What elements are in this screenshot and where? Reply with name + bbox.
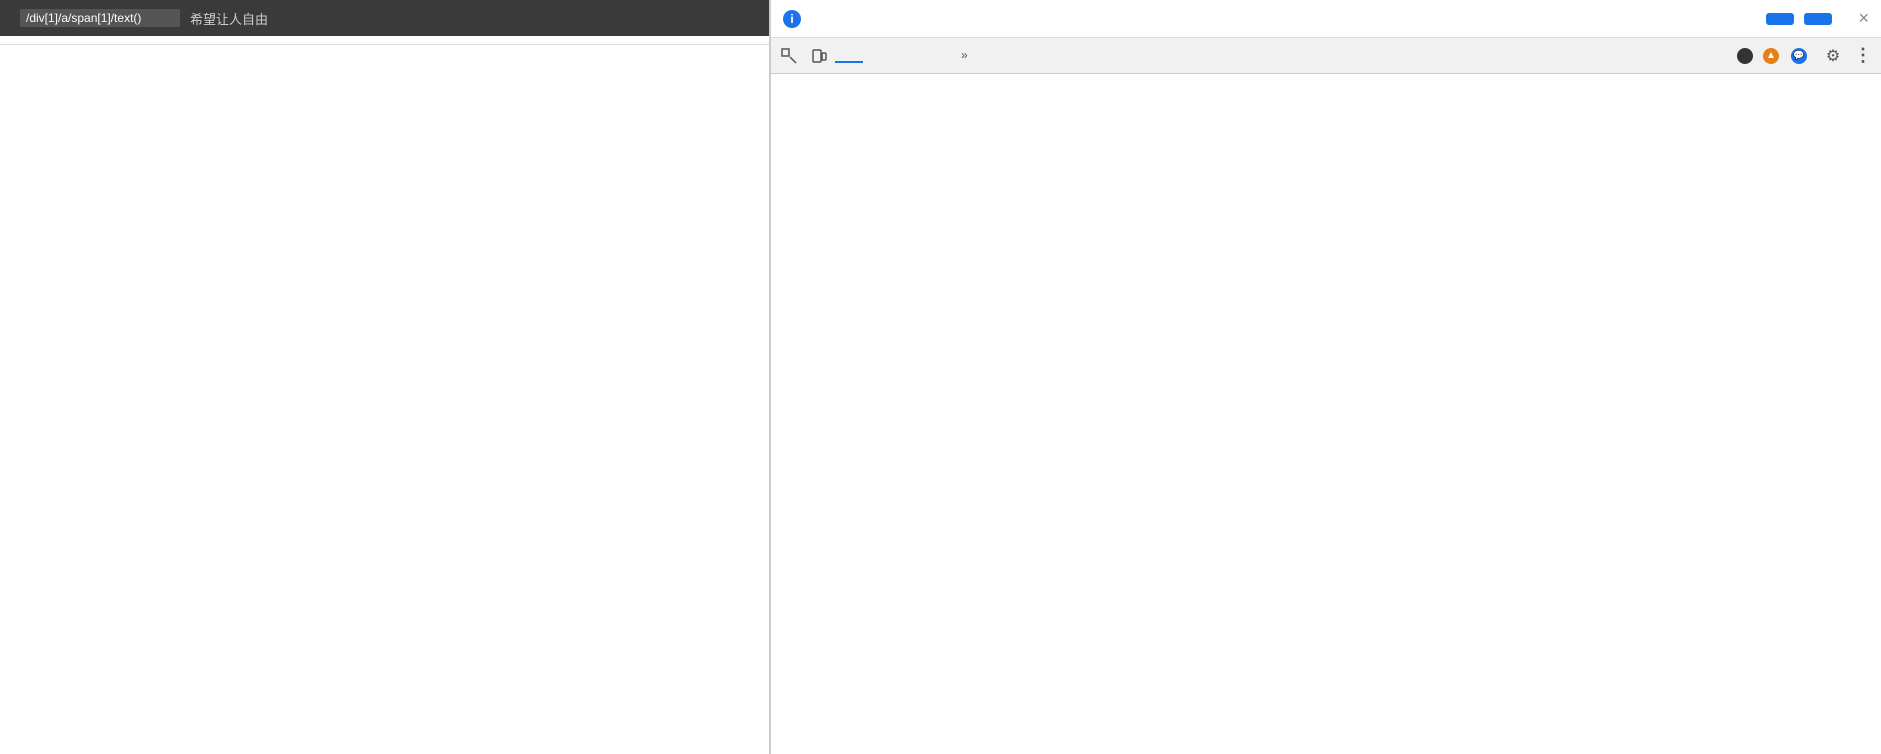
query-input[interactable] — [20, 9, 180, 27]
inspect-element-button[interactable] — [775, 42, 803, 70]
close-notification-button[interactable]: × — [1858, 8, 1869, 29]
settings-button[interactable]: ⚙ — [1819, 42, 1847, 70]
tab-console[interactable] — [865, 49, 893, 63]
warning-badge: ▲ — [1763, 48, 1779, 64]
devtools-toolbar: » ▲ 💬 ⚙ ⋮ — [771, 38, 1881, 74]
match-language-button[interactable] — [1766, 13, 1794, 25]
query-bar: 希望让人自由 — [0, 0, 769, 36]
info-badge: 💬 — [1791, 48, 1807, 64]
left-panel: 希望让人自由 — [0, 0, 770, 754]
device-toolbar-button[interactable] — [805, 42, 833, 70]
movie-list[interactable] — [0, 45, 769, 735]
more-options-button[interactable]: ⋮ — [1849, 42, 1877, 70]
tab-sources[interactable] — [895, 49, 923, 63]
error-badge — [1737, 48, 1753, 64]
tab-elements[interactable] — [835, 49, 863, 63]
tab-more[interactable]: » — [955, 44, 974, 68]
dom-tree[interactable] — [771, 74, 1881, 754]
query-title: 希望让人自由 — [190, 9, 268, 28]
info-icon: i — [783, 10, 801, 28]
switch-devtools-button[interactable] — [1804, 13, 1832, 25]
devtools-panel: i × » ▲ 💬 ⚙ ⋮ — [770, 0, 1881, 754]
tab-network[interactable] — [925, 49, 953, 63]
breadcrumb — [0, 36, 769, 45]
devtools-notification: i × — [771, 0, 1881, 38]
